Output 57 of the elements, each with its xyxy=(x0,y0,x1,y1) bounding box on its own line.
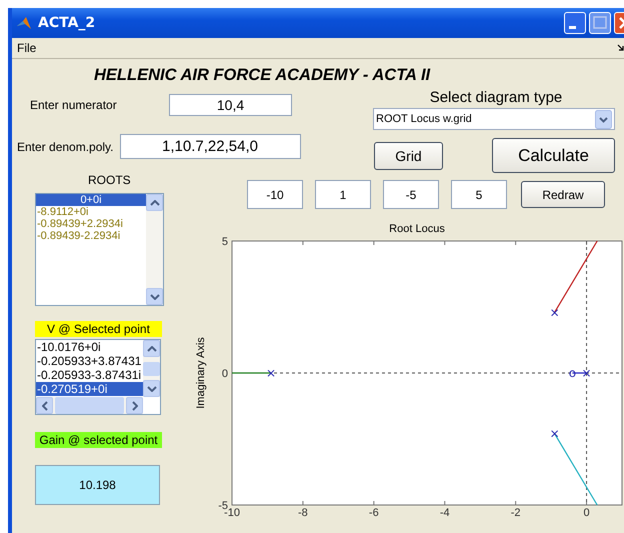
axis-limit-field[interactable]: 5 xyxy=(451,180,507,209)
axis-limit-field[interactable]: 1 xyxy=(315,180,371,209)
locus-branch-line xyxy=(232,372,271,374)
roots-label: ROOTS xyxy=(88,173,131,187)
maximize-button[interactable] xyxy=(589,12,611,34)
scroll-down-icon[interactable] xyxy=(146,386,156,392)
axis-limit-field[interactable]: -10 xyxy=(247,180,303,209)
x-tick-label: -4 xyxy=(440,507,450,519)
chart-title: Root Locus xyxy=(389,223,445,235)
scroll-right-icon[interactable] xyxy=(132,400,138,410)
scroll-up-icon[interactable] xyxy=(146,346,156,352)
scrollbar[interactable] xyxy=(146,194,163,305)
y-axis-label: Imaginary Axis xyxy=(195,337,207,409)
denominator-label: Enter denom.poly. xyxy=(17,140,114,154)
gain-label: Gain @ selected point xyxy=(35,432,162,448)
plot-marker: × xyxy=(266,366,276,380)
minimize-button[interactable] xyxy=(564,12,586,34)
scroll-down-icon[interactable] xyxy=(150,294,160,300)
x-tick-label: -2 xyxy=(510,507,521,519)
denominator-field[interactable]: 1,10.7,22,54,0 xyxy=(120,134,300,159)
selected-point-label: V @ Selected point xyxy=(35,321,162,337)
menu-item[interactable]: File xyxy=(17,41,36,55)
root-list-item[interactable]: -8.9112+0i xyxy=(36,206,146,218)
numerator-label: Enter numerator xyxy=(30,98,118,112)
y-tick-label: 0 xyxy=(222,368,228,380)
horizontal-scrollbar[interactable] xyxy=(36,397,143,414)
app-logo-icon xyxy=(16,15,32,31)
plot-marker: × xyxy=(550,305,560,320)
plot-marker: × xyxy=(550,426,560,441)
scroll-up-icon[interactable] xyxy=(150,200,160,206)
dock-arrow-icon[interactable] xyxy=(617,44,624,52)
x-tick-label: -6 xyxy=(368,507,379,519)
root-list-item[interactable]: 0+0i xyxy=(36,194,146,206)
scroll-left-icon[interactable] xyxy=(42,400,48,410)
point-list-item[interactable]: -0.205933-3.87431i xyxy=(36,368,143,382)
point-list-item[interactable]: -0.270519+0i xyxy=(36,382,143,396)
point-list-item[interactable]: -0.205933+3.87431 xyxy=(36,354,143,368)
redraw-button[interactable]: Redraw xyxy=(521,181,605,208)
roots-listbox[interactable]: 0+0i -8.9112+0i -0.89439+2.2934i -0.89439-2.2934i xyxy=(35,193,164,306)
y-tick-label: 5 xyxy=(222,236,228,248)
window-title: ACTA_2 xyxy=(38,15,96,31)
scrollbar[interactable] xyxy=(143,340,160,397)
grid-button[interactable]: Grid xyxy=(374,142,443,170)
calculate-button[interactable]: Calculate xyxy=(492,138,615,173)
diagram-type-dropdown[interactable]: ROOT Locus w.grid xyxy=(373,108,615,130)
root-list-item[interactable]: -0.89439-2.2934i xyxy=(36,230,146,242)
point-list-item[interactable]: -10.0176+0i xyxy=(36,340,143,354)
x-tick-label: -8 xyxy=(298,507,308,519)
numerator-field[interactable]: 10,4 xyxy=(169,94,292,116)
gain-value: 10.198 xyxy=(35,465,160,505)
root-list-item[interactable]: -0.89439+2.2934i xyxy=(36,218,146,230)
minimize-icon xyxy=(569,26,576,29)
diagram-type-label: Select diagram type xyxy=(428,89,564,106)
axis-limit-field[interactable]: -5 xyxy=(383,180,439,209)
app-heading: HELLENIC AIR FORCE ACADEMY - ACTA II xyxy=(94,66,432,85)
x-tick-label: 0 xyxy=(583,507,590,519)
selected-point-listbox[interactable]: -10.0176+0i -0.205933+3.87431 -0.205933-3.87431i -0.270519+0i xyxy=(35,339,161,415)
